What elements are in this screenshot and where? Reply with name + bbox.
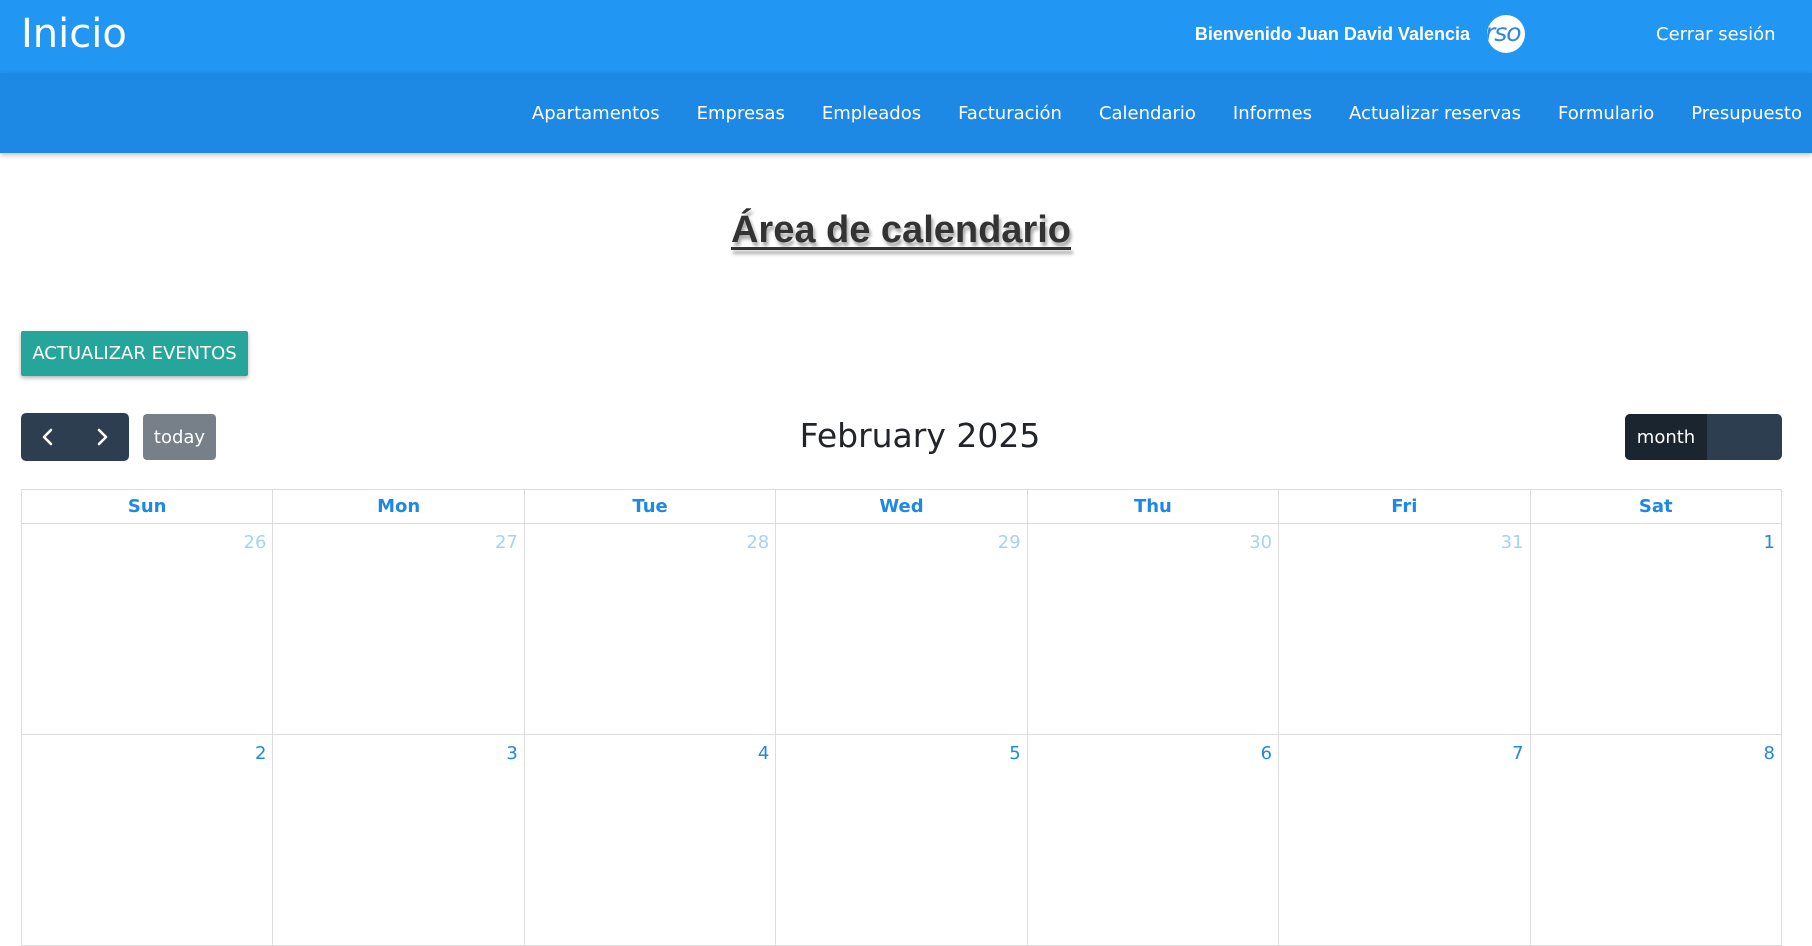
day-cell[interactable]: 27 [272,523,525,735]
day-number[interactable]: 7 [1512,735,1529,764]
nav-menu: Apartamentos Empresas Empleados Facturac… [532,73,1812,153]
nav-item-empresas[interactable]: Empresas [697,103,785,124]
day-cell[interactable]: 28 [523,523,777,735]
day-cell[interactable]: 6 [1026,734,1280,946]
page-title: Área de calendario [730,209,1072,251]
nav-item-formulario[interactable]: Formulario [1558,103,1654,124]
update-events-button[interactable]: ACTUALIZAR EVENTOS [21,331,248,376]
day-number[interactable]: 3 [506,735,523,764]
welcome-message: Bienvenido Juan David Valencia [1194,24,1470,44]
day-header-sun: Sun [20,489,274,524]
day-number[interactable]: 8 [1764,735,1781,764]
day-cell[interactable]: 7 [1278,734,1531,946]
avatar-logo-text: rso [1487,18,1522,47]
day-cell[interactable]: 3 [272,734,525,946]
day-number[interactable]: 30 [1249,524,1278,553]
main-navbar: Apartamentos Empresas Empleados Facturac… [0,73,1812,153]
avatar[interactable]: rso [1487,15,1525,53]
day-header-wed: Wed [775,489,1028,524]
day-cell[interactable]: 5 [775,734,1028,946]
day-header-thu: Thu [1026,489,1280,524]
day-number[interactable]: 4 [758,735,775,764]
day-header-mon: Mon [272,489,525,524]
day-number[interactable]: 31 [1501,524,1530,553]
day-cell[interactable]: 2 [20,734,274,946]
nav-item-apartamentos[interactable]: Apartamentos [532,103,660,124]
day-cell[interactable]: 30 [1026,523,1280,735]
nav-item-actualizar-reservas[interactable]: Actualizar reservas [1349,103,1521,124]
calendar-title: February 2025 [799,416,1041,455]
nav-item-empleados[interactable]: Empleados [822,103,921,124]
day-cell[interactable]: 8 [1529,734,1783,946]
nav-item-calendario[interactable]: Calendario [1099,103,1196,124]
day-header-tue: Tue [523,489,777,524]
day-number[interactable]: 5 [1009,735,1026,764]
day-number[interactable]: 1 [1764,524,1781,553]
top-bar: Inicio Bienvenido Juan David Valencia rs… [0,0,1812,73]
week-row: 2 3 4 5 6 7 8 [20,734,1783,946]
nav-item-facturacion[interactable]: Facturación [958,103,1062,124]
day-cell[interactable]: 31 [1278,523,1531,735]
nav-item-presupuesto[interactable]: Presupuesto [1691,103,1802,124]
logout-link[interactable]: Cerrar sesión [1656,24,1776,45]
nav-item-informes[interactable]: Informes [1233,103,1312,124]
view-switcher: month [1625,414,1782,460]
brand-home-link[interactable]: Inicio [21,11,127,57]
day-number[interactable]: 28 [746,524,775,553]
day-number[interactable]: 26 [244,524,273,553]
week-row: 26 27 28 29 30 31 1 [20,523,1783,735]
view-button-empty[interactable] [1707,414,1782,460]
day-cell[interactable]: 26 [20,523,274,735]
day-number[interactable]: 6 [1261,735,1278,764]
day-number[interactable]: 2 [255,735,272,764]
calendar-grid: Sun Mon Tue Wed Thu Fri Sat 26 27 28 29 … [20,489,1783,946]
day-cell[interactable]: 1 [1529,523,1783,735]
month-view-button[interactable]: month [1625,414,1707,460]
day-header-fri: Fri [1278,489,1531,524]
day-cell[interactable]: 29 [775,523,1028,735]
day-cell[interactable]: 4 [523,734,777,946]
day-number[interactable]: 27 [495,524,524,553]
day-header-sat: Sat [1529,489,1783,524]
day-number[interactable]: 29 [998,524,1027,553]
day-header-row: Sun Mon Tue Wed Thu Fri Sat [20,489,1783,524]
